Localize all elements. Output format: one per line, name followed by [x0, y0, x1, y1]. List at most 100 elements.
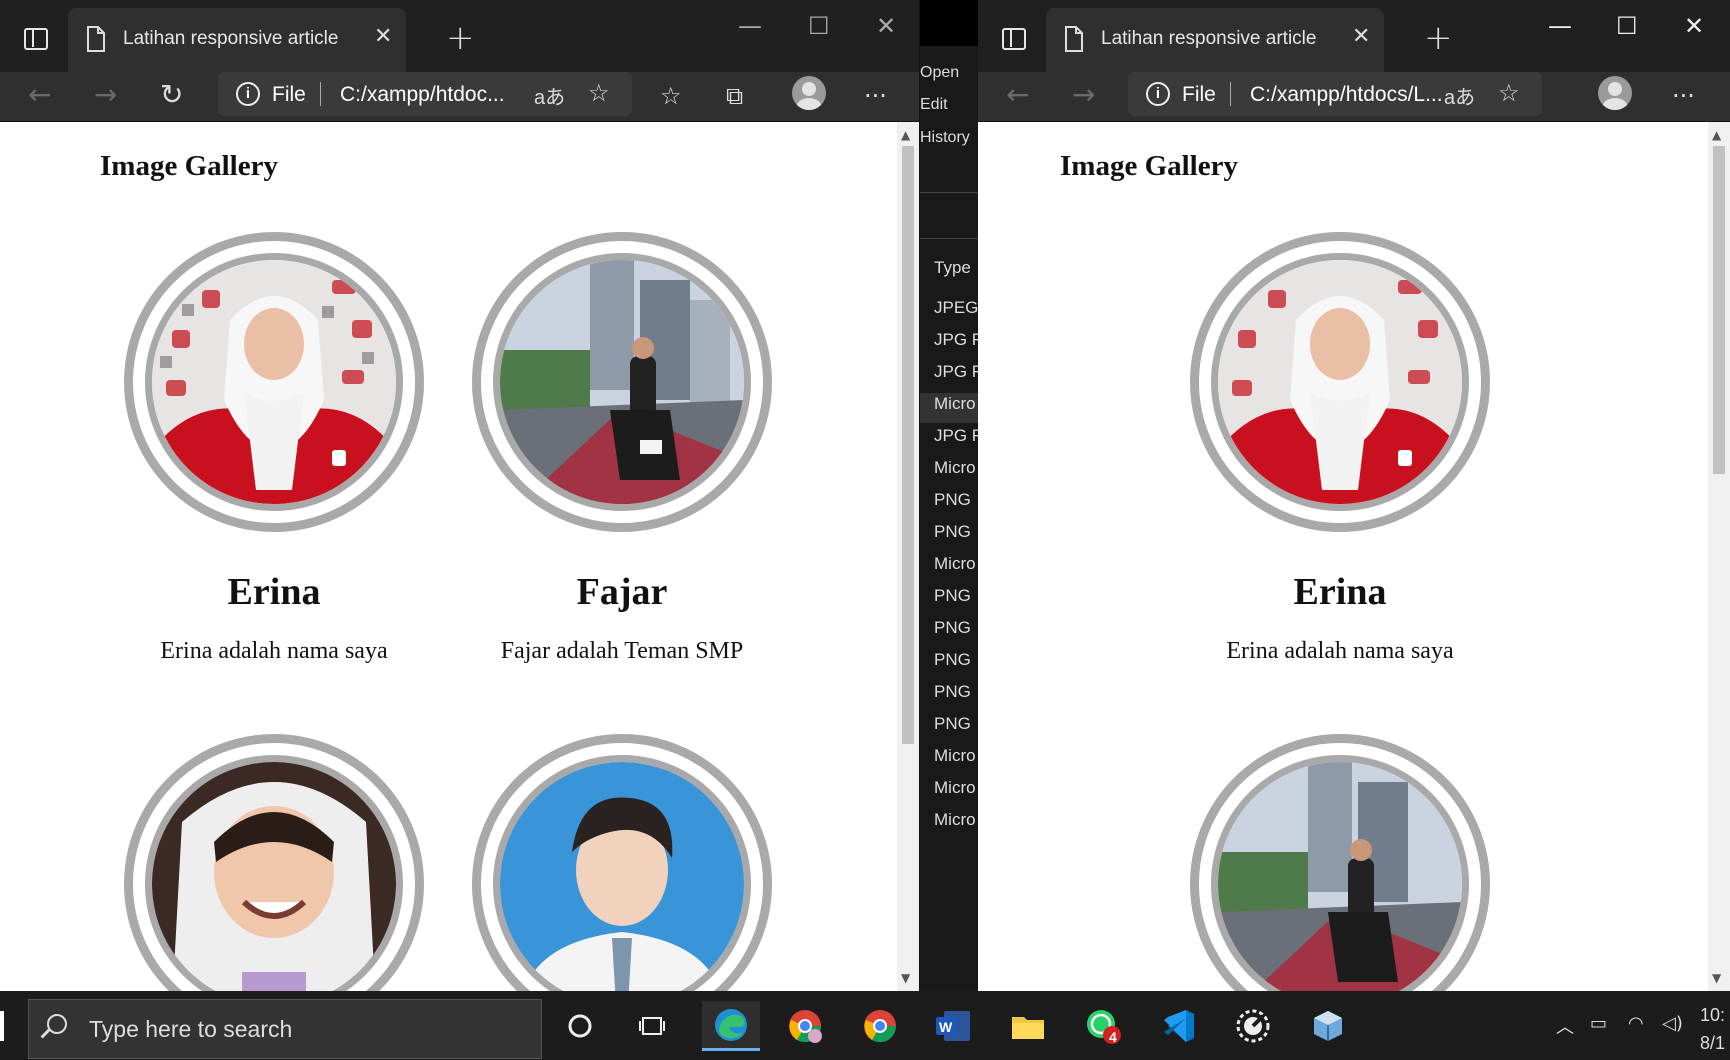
- read-aloud-icon[interactable]: aあ: [1444, 81, 1475, 110]
- page-scrollbar[interactable]: ▲ ▼: [1708, 122, 1730, 991]
- explorer-row-type[interactable]: Micro: [934, 554, 976, 574]
- task-view-icon[interactable]: [627, 1001, 677, 1051]
- add-favorite-icon[interactable]: ☆: [1498, 79, 1520, 108]
- whatsapp-icon[interactable]: 4: [1078, 1001, 1128, 1051]
- explorer-row-type[interactable]: PNG: [934, 714, 971, 734]
- taskbar-search[interactable]: Type here to search: [28, 999, 542, 1059]
- new-tab-icon[interactable]: +: [446, 18, 475, 58]
- tab-actions-icon[interactable]: [1002, 28, 1026, 50]
- favorites-icon[interactable]: ☆: [660, 82, 682, 110]
- folder-icon[interactable]: [1003, 1001, 1053, 1051]
- browser-window-left: Latihan responsive article ✕ + — ☐ ✕ ← →…: [0, 0, 920, 991]
- minimize-icon[interactable]: —: [738, 12, 762, 40]
- wifi-icon[interactable]: ◠: [1628, 1013, 1644, 1034]
- new-tab-icon[interactable]: +: [1424, 18, 1453, 58]
- explorer-row-type[interactable]: PNG: [934, 618, 971, 638]
- word-icon[interactable]: W: [928, 1001, 978, 1051]
- page-content: Image Gallery Erina Erina adalah nama sa…: [978, 122, 1730, 991]
- explorer-row-type[interactable]: PNG: [934, 522, 971, 542]
- read-aloud-icon[interactable]: aあ: [534, 81, 565, 110]
- forward-icon[interactable]: →: [94, 78, 117, 111]
- menu-edit[interactable]: Edit: [920, 96, 948, 114]
- address-scheme: File: [1182, 83, 1216, 106]
- scrollbar-thumb[interactable]: [1713, 146, 1725, 474]
- obs-icon[interactable]: [1228, 1001, 1278, 1051]
- clock-date: 8/1: [1700, 1033, 1726, 1053]
- minimize-icon[interactable]: —: [1548, 12, 1572, 40]
- start-edge: [0, 1011, 4, 1041]
- desktop: Latihan responsive article ✕ + — ☐ ✕ ← →…: [0, 0, 1730, 1060]
- explorer-row-type[interactable]: JPG F: [934, 362, 978, 382]
- address-bar[interactable]: i File C:/xampp/htdocs/L... aあ ☆: [1128, 72, 1542, 116]
- explorer-row-type[interactable]: Micro: [934, 810, 976, 830]
- back-icon[interactable]: ←: [28, 78, 51, 111]
- menu-open[interactable]: Open: [920, 64, 959, 82]
- more-menu-icon[interactable]: ···: [864, 82, 887, 110]
- refresh-icon[interactable]: ↻: [160, 78, 183, 111]
- explorer-row-type[interactable]: JPG F: [934, 426, 978, 446]
- photo-frame: [1190, 734, 1490, 991]
- address-bar[interactable]: i File C:/xampp/htdoc... aあ ☆: [218, 72, 632, 116]
- show-hidden-icons-icon[interactable]: ︿: [1556, 1013, 1574, 1039]
- explorer-row-type[interactable]: PNG: [934, 586, 971, 606]
- close-tab-icon[interactable]: ✕: [374, 24, 392, 49]
- address-separator: [1230, 82, 1231, 106]
- tab-latihan[interactable]: Latihan responsive article ✕: [68, 8, 406, 72]
- close-window-icon[interactable]: ✕: [1684, 12, 1704, 40]
- tab-actions-icon[interactable]: [24, 28, 48, 50]
- gallery-card: Fajar Fajar adalah Teman SMP: [472, 232, 772, 665]
- explorer-row-type[interactable]: JPG F: [934, 330, 978, 350]
- menu-history[interactable]: History: [920, 129, 970, 147]
- system-clock[interactable]: 10: 8/1: [1700, 1001, 1725, 1057]
- gallery-card: [472, 734, 772, 991]
- file-explorer-strip: Open Edit History Type JPEG JPG F JPG F Mic…: [920, 0, 978, 991]
- maximize-icon[interactable]: ☐: [1616, 12, 1638, 40]
- address-url: C:/xampp/htdoc...: [340, 83, 505, 106]
- tab-latihan[interactable]: Latihan responsive article ✕: [1046, 8, 1384, 72]
- back-icon[interactable]: ←: [1006, 78, 1029, 111]
- explorer-row-type[interactable]: JPEG: [934, 298, 978, 318]
- tab-bar: Latihan responsive article ✕ + — ☐ ✕: [0, 0, 919, 72]
- scroll-down-icon[interactable]: ▼: [1712, 971, 1721, 985]
- explorer-row-type[interactable]: Micro: [934, 458, 976, 478]
- explorer-row-type[interactable]: PNG: [934, 650, 971, 670]
- file-icon: [87, 26, 105, 52]
- profile-avatar[interactable]: [792, 76, 826, 110]
- volume-icon[interactable]: ◁): [1662, 1013, 1683, 1034]
- more-menu-icon[interactable]: ···: [1672, 82, 1695, 110]
- page-scrollbar[interactable]: ▲ ▼: [897, 122, 919, 991]
- explorer-row-type[interactable]: Micro: [934, 778, 976, 798]
- info-icon[interactable]: i: [236, 82, 260, 106]
- explorer-row-type[interactable]: PNG: [934, 682, 971, 702]
- photo-blue-portrait: [493, 755, 751, 991]
- maximize-icon[interactable]: ☐: [808, 12, 830, 40]
- explorer-row-type[interactable]: Micro: [934, 746, 976, 766]
- close-window-icon[interactable]: ✕: [876, 12, 896, 40]
- edge-taskbar-icon[interactable]: [702, 1001, 760, 1051]
- explorer-row-type[interactable]: Micro: [934, 394, 976, 414]
- cortana-icon[interactable]: [555, 1001, 605, 1051]
- gallery-card: [124, 734, 424, 991]
- add-favorite-icon[interactable]: ☆: [588, 79, 610, 108]
- collections-icon[interactable]: ⧉: [726, 82, 743, 110]
- close-tab-icon[interactable]: ✕: [1352, 24, 1370, 49]
- info-icon[interactable]: i: [1146, 82, 1170, 106]
- scroll-up-icon[interactable]: ▲: [901, 128, 910, 142]
- explorer-row-type[interactable]: PNG: [934, 490, 971, 510]
- profile-avatar[interactable]: [1598, 76, 1632, 110]
- tab-title: Latihan responsive article: [123, 28, 339, 49]
- vscode-icon[interactable]: [1153, 1001, 1203, 1051]
- address-scheme: File: [272, 83, 306, 106]
- chrome-profile-icon[interactable]: [780, 1001, 830, 1051]
- card-name: Erina: [227, 571, 321, 613]
- forward-icon[interactable]: →: [1072, 78, 1095, 111]
- chrome-icon[interactable]: [855, 1001, 905, 1051]
- browser-window-right: Latihan responsive article ✕ + — ☐ ✕ ← →…: [978, 0, 1730, 991]
- photo-hoodie: [145, 755, 403, 991]
- scroll-down-icon[interactable]: ▼: [901, 971, 910, 985]
- virtualbox-icon[interactable]: [1303, 1001, 1353, 1051]
- scrollbar-thumb[interactable]: [902, 146, 914, 744]
- column-header-type[interactable]: Type: [934, 258, 971, 278]
- scroll-up-icon[interactable]: ▲: [1712, 128, 1721, 142]
- battery-icon[interactable]: ▭: [1590, 1013, 1607, 1034]
